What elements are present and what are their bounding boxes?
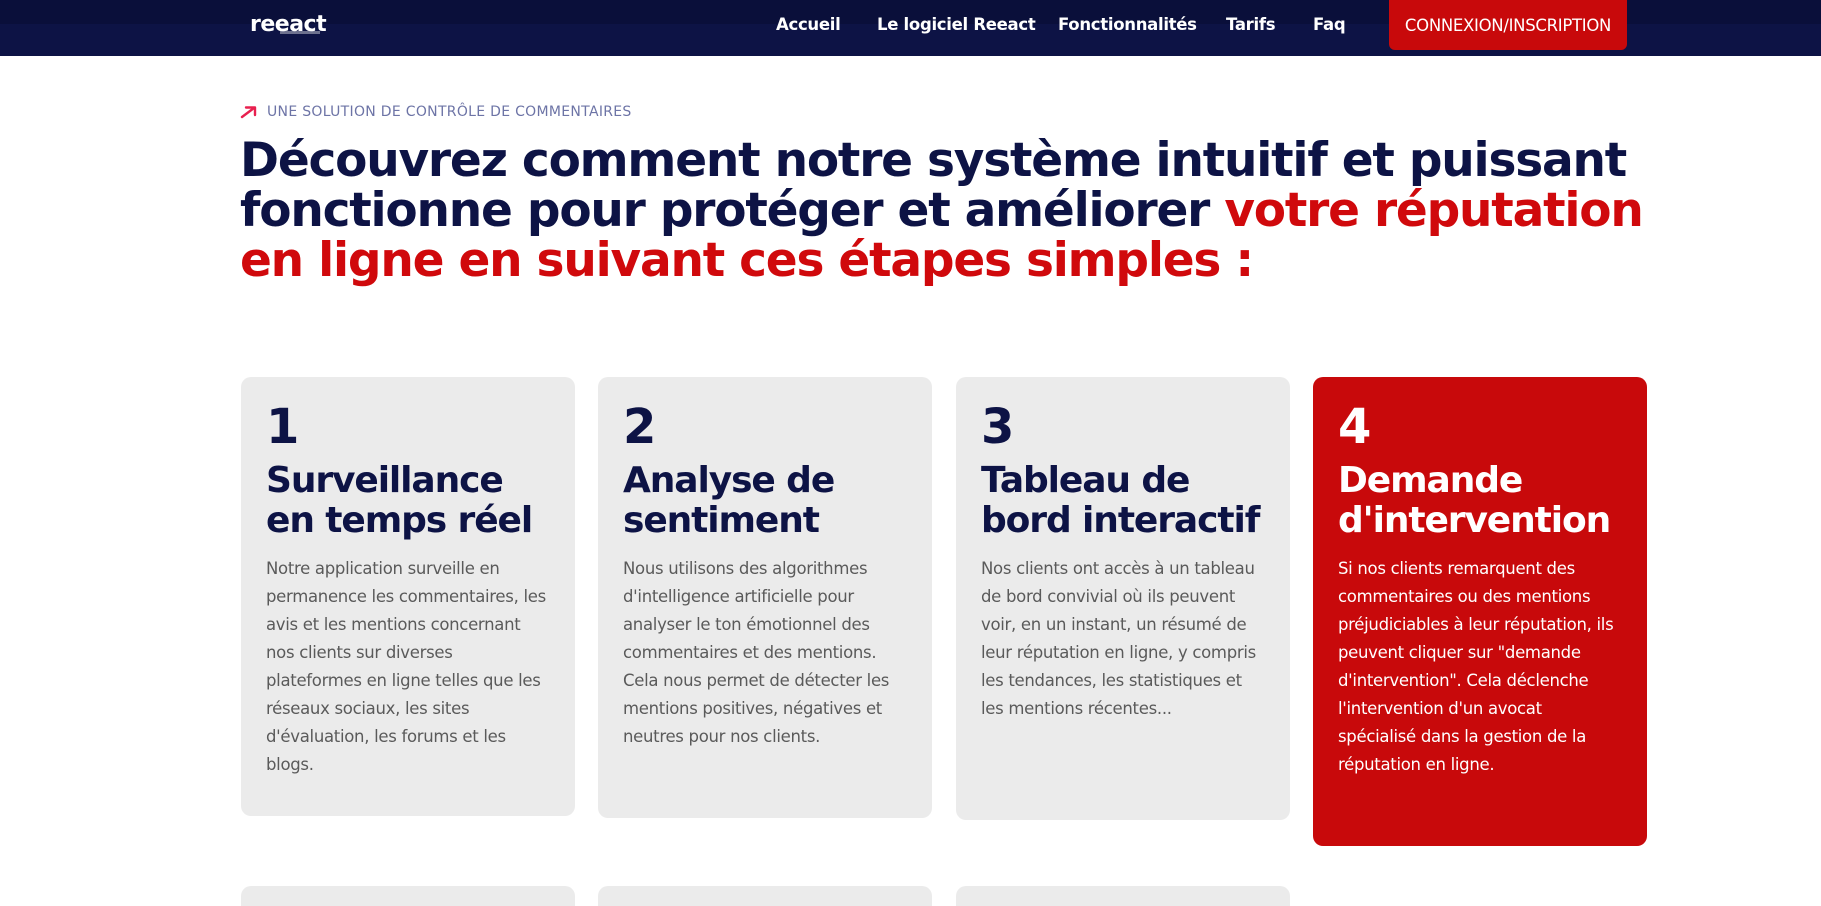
step-number: 3 xyxy=(981,399,1014,455)
step-card-1: 1 Surveillance en temps réel Notre appli… xyxy=(241,377,575,816)
step-number: 1 xyxy=(266,399,299,455)
step-card-7-partial xyxy=(956,886,1290,906)
step-title: Analyse de sentiment xyxy=(623,460,835,541)
top-navbar: reeact Accueil Le logiciel Reeact Foncti… xyxy=(0,0,1821,56)
arrow-up-right-icon xyxy=(240,106,257,119)
step-card-4: 4 Demande d'intervention Si nos clients … xyxy=(1313,377,1647,846)
login-signup-button[interactable]: CONNEXION/INSCRIPTION xyxy=(1389,0,1627,50)
step-card-5-partial xyxy=(241,886,575,906)
step-description: Nos clients ont accès à un tableau de bo… xyxy=(981,559,1256,718)
step-card-2: 2 Analyse de sentiment Nous utilisons de… xyxy=(598,377,932,818)
nav-link-tarifs[interactable]: Tarifs xyxy=(1226,15,1276,34)
section-eyebrow: UNE SOLUTION DE CONTRÔLE DE COMMENTAIRES xyxy=(240,104,632,120)
step-description: Notre application surveille en permanenc… xyxy=(266,559,546,774)
step-number: 4 xyxy=(1338,399,1371,455)
reeact-logo[interactable]: reeact xyxy=(250,12,327,38)
step-number: 2 xyxy=(623,399,656,455)
step-card-3: 3 Tableau de bord interactif Nos clients… xyxy=(956,377,1290,820)
nav-link-logiciel[interactable]: Le logiciel Reeact xyxy=(877,15,1036,34)
logo-tagline-mark xyxy=(280,31,320,34)
eyebrow-text: UNE SOLUTION DE CONTRÔLE DE COMMENTAIRES xyxy=(267,104,632,120)
step-title: Demande d'intervention xyxy=(1338,460,1611,541)
nav-link-fonctionnalites[interactable]: Fonctionnalités xyxy=(1058,15,1197,34)
nav-link-faq[interactable]: Faq xyxy=(1313,15,1346,34)
page-headline: Découvrez comment notre système intuitif… xyxy=(240,136,1660,286)
step-description: Nous utilisons des algorithmes d'intelli… xyxy=(623,559,890,746)
step-description: Si nos clients remarquent des commentair… xyxy=(1338,559,1614,774)
step-title: Surveillance en temps réel xyxy=(266,460,533,541)
step-title: Tableau de bord interactif xyxy=(981,460,1260,541)
nav-link-accueil[interactable]: Accueil xyxy=(776,15,841,34)
step-card-6-partial xyxy=(598,886,932,906)
